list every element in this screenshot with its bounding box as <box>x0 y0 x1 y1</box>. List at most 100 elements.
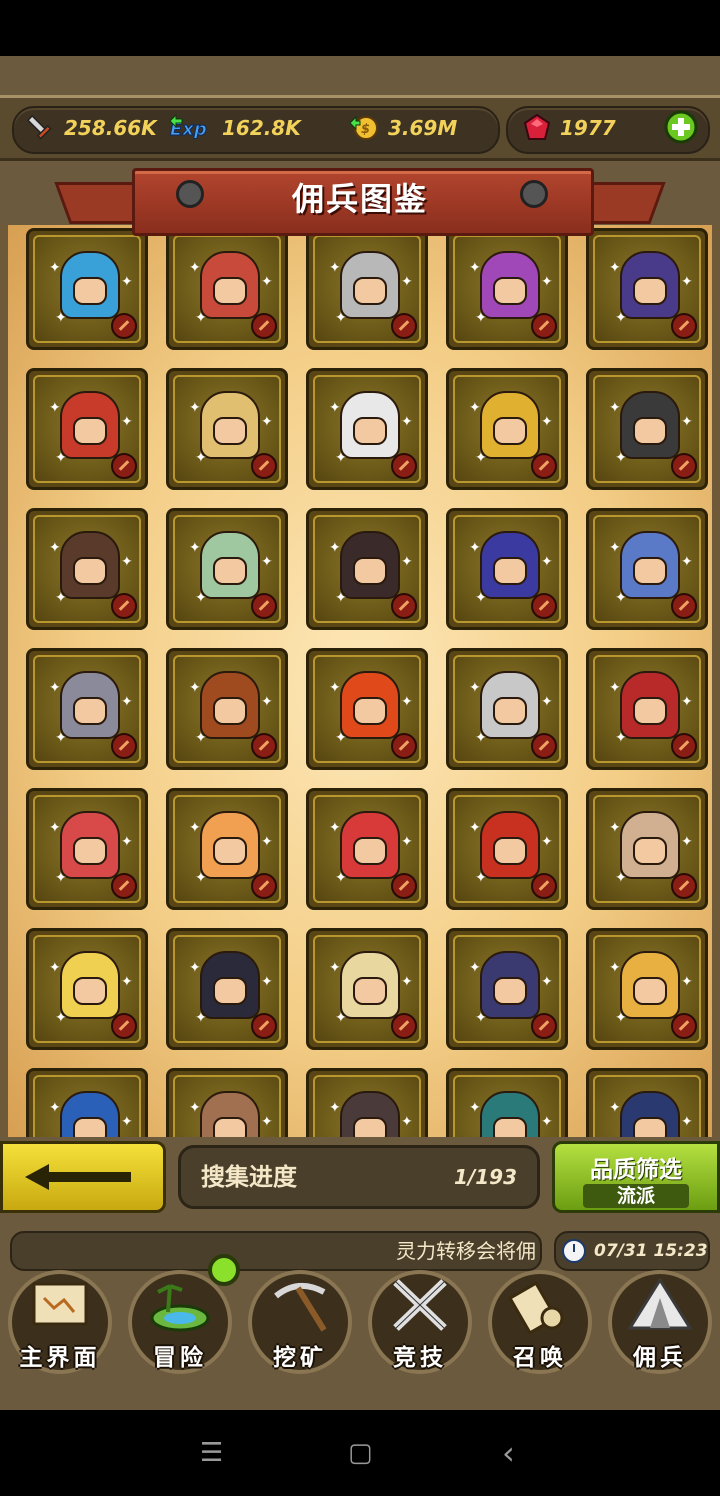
sparkle-icon: ✦ <box>195 870 207 886</box>
sparkle-icon: ✦ <box>541 834 553 850</box>
mercenary-card[interactable]: ✦✦✦ <box>166 928 288 1050</box>
mercenary-card[interactable]: ✦✦✦ <box>26 788 148 910</box>
mercenary-card[interactable]: ✦✦✦ <box>586 508 708 630</box>
nav-label: 冒险 <box>153 1345 207 1371</box>
upgrade-badge-icon <box>671 453 697 479</box>
nav-mining[interactable]: 挖矿 <box>240 1260 360 1384</box>
gem-resource: 1977 <box>522 106 616 150</box>
sparkle-icon: ✦ <box>681 834 693 850</box>
sparkle-icon: ✦ <box>329 1100 341 1116</box>
portrait-face <box>353 557 387 585</box>
mercenary-card[interactable]: ✦✦✦ <box>586 228 708 350</box>
pickaxe-icon <box>274 1283 327 1332</box>
mercenary-card[interactable]: ✦✦✦ <box>446 368 568 490</box>
mercenary-card[interactable]: ✦✦✦ <box>446 788 568 910</box>
mercenary-card[interactable]: ✦✦✦ <box>306 648 428 770</box>
mercenary-card[interactable]: ✦✦✦ <box>586 788 708 910</box>
filter-title: 品质筛选 <box>590 1157 682 1183</box>
mercenary-card[interactable]: ✦✦✦ <box>586 928 708 1050</box>
mercenary-card[interactable]: ✦✦✦ <box>586 648 708 770</box>
mercenary-card[interactable]: ✦✦✦ <box>26 228 148 350</box>
sparkle-icon: ✦ <box>469 820 481 836</box>
back-button[interactable] <box>0 1141 166 1213</box>
nav-summon[interactable]: 召唤 <box>480 1260 600 1384</box>
upgrade-badge-icon <box>671 313 697 339</box>
mercenary-card[interactable]: ✦✦✦ <box>306 928 428 1050</box>
sparkle-icon: ✦ <box>609 1100 621 1116</box>
nav-arena[interactable]: 竞技 <box>360 1260 480 1384</box>
mercenary-card[interactable]: ✦✦✦ <box>306 508 428 630</box>
sparkle-icon: ✦ <box>335 870 347 886</box>
mercenary-card[interactable]: ✦✦✦ <box>166 648 288 770</box>
mercenary-card[interactable]: ✦✦✦ <box>26 508 148 630</box>
sparkle-icon: ✦ <box>469 960 481 976</box>
sparkle-icon: ✦ <box>195 590 207 606</box>
sparkle-icon: ✦ <box>541 554 553 570</box>
portrait-face <box>73 977 107 1005</box>
filter-subtitle: 流派 <box>583 1184 689 1208</box>
sparkle-icon: ✦ <box>55 730 67 746</box>
upgrade-badge-icon <box>531 313 557 339</box>
portrait-face <box>213 1117 247 1137</box>
sparkle-icon: ✦ <box>335 450 347 466</box>
menu-icon[interactable]: ☰ <box>200 1438 223 1468</box>
exp-icon: Exp <box>169 113 207 141</box>
sparkle-icon: ✦ <box>615 730 627 746</box>
mercenary-card[interactable]: ✦✦✦ <box>26 648 148 770</box>
mercenary-card[interactable]: ✦✦✦ <box>306 368 428 490</box>
sparkle-icon: ✦ <box>681 694 693 710</box>
gold-coin-icon: $ <box>349 115 378 140</box>
quality-filter-button[interactable]: 品质筛选 流派 <box>552 1141 720 1213</box>
mercenary-card[interactable]: ✦✦✦ <box>306 1068 428 1137</box>
sparkle-icon: ✦ <box>475 450 487 466</box>
sparkle-icon: ✦ <box>475 590 487 606</box>
mercenary-card[interactable]: ✦✦✦ <box>586 1068 708 1137</box>
mercenary-card[interactable]: ✦✦✦ <box>446 1068 568 1137</box>
back-icon[interactable]: ‹ <box>502 1437 515 1469</box>
mercenary-card[interactable]: ✦✦✦ <box>166 1068 288 1137</box>
upgrade-badge-icon <box>251 1013 277 1039</box>
sparkle-icon: ✦ <box>121 694 133 710</box>
mercenary-card[interactable]: ✦✦✦ <box>26 928 148 1050</box>
upgrade-badge-icon <box>391 453 417 479</box>
nav-mercenary[interactable]: 佣兵 <box>600 1260 720 1384</box>
mercenary-card[interactable]: ✦✦✦ <box>446 228 568 350</box>
collection-progress: 搜集进度 1/193 <box>178 1145 540 1209</box>
nav-main[interactable]: 主界面 <box>0 1260 120 1384</box>
upgrade-badge-icon <box>111 313 137 339</box>
mercenary-card[interactable]: ✦✦✦ <box>166 368 288 490</box>
portrait-face <box>633 837 667 865</box>
sparkle-icon: ✦ <box>49 960 61 976</box>
upgrade-badge-icon <box>671 1013 697 1039</box>
mercenary-card[interactable]: ✦✦✦ <box>446 928 568 1050</box>
mercenary-card[interactable]: ✦✦✦ <box>166 228 288 350</box>
portrait-face <box>73 1117 107 1137</box>
sparkle-icon: ✦ <box>609 260 621 276</box>
sparkle-icon: ✦ <box>615 1010 627 1026</box>
plus-icon[interactable] <box>664 110 698 144</box>
portrait-face <box>633 1117 667 1137</box>
mercenary-card[interactable]: ✦✦✦ <box>166 788 288 910</box>
sparkle-icon: ✦ <box>541 274 553 290</box>
mercenary-card[interactable]: ✦✦✦ <box>26 368 148 490</box>
portrait-face <box>213 277 247 305</box>
mercenary-card[interactable]: ✦✦✦ <box>26 1068 148 1137</box>
mercenary-card[interactable]: ✦✦✦ <box>446 648 568 770</box>
sparkle-icon: ✦ <box>261 414 273 430</box>
mercenary-card[interactable]: ✦✦✦ <box>306 228 428 350</box>
sparkle-icon: ✦ <box>329 960 341 976</box>
ruby-icon <box>523 113 551 140</box>
sparkle-icon: ✦ <box>469 680 481 696</box>
mercenary-card[interactable]: ✦✦✦ <box>306 788 428 910</box>
home-icon[interactable]: ▢ <box>348 1438 373 1468</box>
mercenary-collection-panel: ✦ ✦ ✦ ✦ ✦ ✦ ✦ ✦ ✦ ✦ ✦ ✦ ✦ ✦ ✦ ✦ ✦ ✦ ✦ ✦ ✦ ✦ ✦ ✦ ✦ ✦ ✦ ✦ ✦ ✦ ✦ ✦ ✦ ✦ ✦ ✦ ✦ ✦ ✦ ✦… <box>0 225 720 1137</box>
nav-label: 主界面 <box>19 1345 101 1371</box>
upgrade-badge-icon <box>671 873 697 899</box>
mercenary-card[interactable]: ✦✦✦ <box>446 508 568 630</box>
mercenary-card[interactable]: ✦✦✦ <box>166 508 288 630</box>
sparkle-icon: ✦ <box>195 450 207 466</box>
portrait-face <box>353 417 387 445</box>
sparkle-icon: ✦ <box>609 400 621 416</box>
mercenary-card[interactable]: ✦✦✦ <box>586 368 708 490</box>
sparkle-icon: ✦ <box>401 1114 413 1130</box>
